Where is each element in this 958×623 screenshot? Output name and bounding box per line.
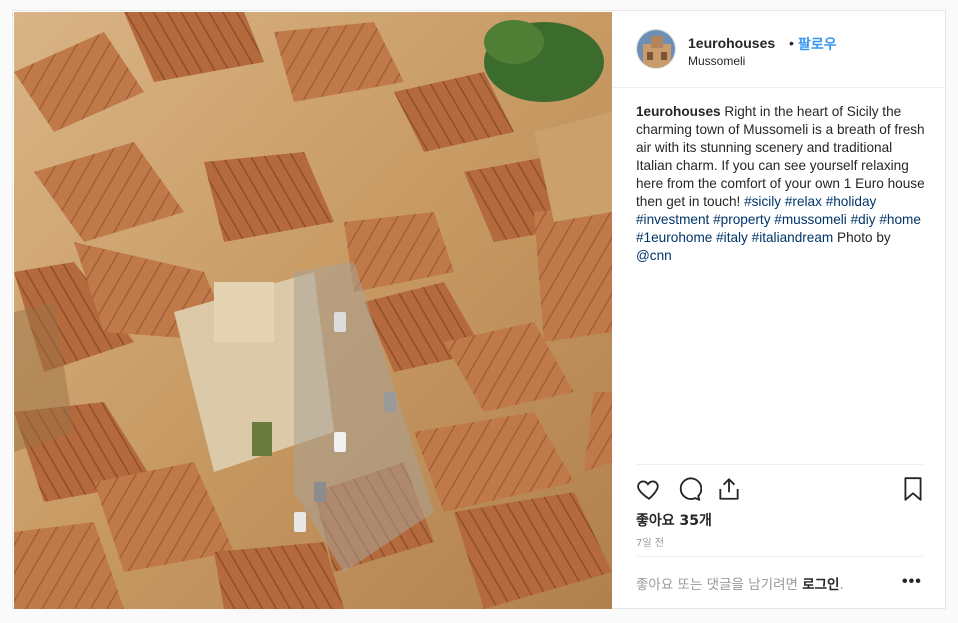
login-link[interactable]: 로그인 (802, 577, 839, 593)
caption-username[interactable]: 1eurohouses (636, 104, 721, 119)
likes-count[interactable]: 좋아요 35개 (636, 510, 712, 530)
hashtag-link[interactable]: #italy (716, 230, 748, 245)
hashtag-link[interactable]: #italiandream (752, 230, 834, 245)
comment-icon (679, 477, 703, 501)
heart-icon (637, 480, 659, 500)
like-button[interactable] (636, 476, 662, 502)
hashtag-link[interactable]: #investment (636, 212, 709, 227)
separator-dot: • (789, 35, 794, 51)
divider (636, 464, 923, 465)
post-photo[interactable] (14, 12, 612, 609)
instagram-post: 1eurohouses • 팔로우 Mussomeli 1eurohouses … (12, 10, 947, 610)
hashtag-link[interactable]: #relax (785, 194, 822, 209)
post-location[interactable]: Mussomeli (688, 54, 745, 68)
post-caption: 1eurohouses Right in the heart of Sicily… (636, 103, 928, 265)
hashtag-link[interactable]: #property (713, 212, 770, 227)
hashtag-link[interactable]: #sicily (744, 194, 781, 209)
aerial-town-photo (14, 12, 612, 609)
hashtag-link[interactable]: #holiday (826, 194, 877, 209)
share-icon (719, 478, 739, 500)
login-prompt-text: 좋아요 또는 댓글을 남기려면 (636, 577, 803, 593)
save-button[interactable] (900, 476, 926, 502)
share-button[interactable] (716, 476, 742, 502)
more-options-button[interactable]: ••• (902, 573, 922, 591)
bookmark-icon (904, 477, 922, 501)
avatar[interactable] (636, 29, 676, 69)
hashtag-link[interactable]: #home (879, 212, 921, 227)
avatar-image (637, 30, 675, 68)
login-prompt: 좋아요 또는 댓글을 남기려면 로그인. (636, 573, 844, 593)
hashtag-link[interactable]: #diy (851, 212, 876, 227)
caption-photo-credit: Photo by (833, 230, 891, 245)
post-timestamp[interactable]: 7일 전 (636, 534, 664, 549)
hashtag-link[interactable]: #mussomeli (774, 212, 847, 227)
comment-button[interactable] (676, 476, 703, 502)
hashtag-link[interactable]: #1eurohome (636, 230, 712, 245)
post-sidebar: 1eurohouses • 팔로우 Mussomeli 1eurohouses … (612, 11, 947, 610)
post-header: 1eurohouses • 팔로우 Mussomeli (612, 11, 947, 88)
divider (636, 556, 923, 557)
caption-mention[interactable]: @cnn (636, 248, 672, 263)
follow-button[interactable]: 팔로우 (798, 34, 837, 54)
login-prompt-suffix: . (839, 577, 844, 593)
post-username[interactable]: 1eurohouses (688, 35, 775, 51)
